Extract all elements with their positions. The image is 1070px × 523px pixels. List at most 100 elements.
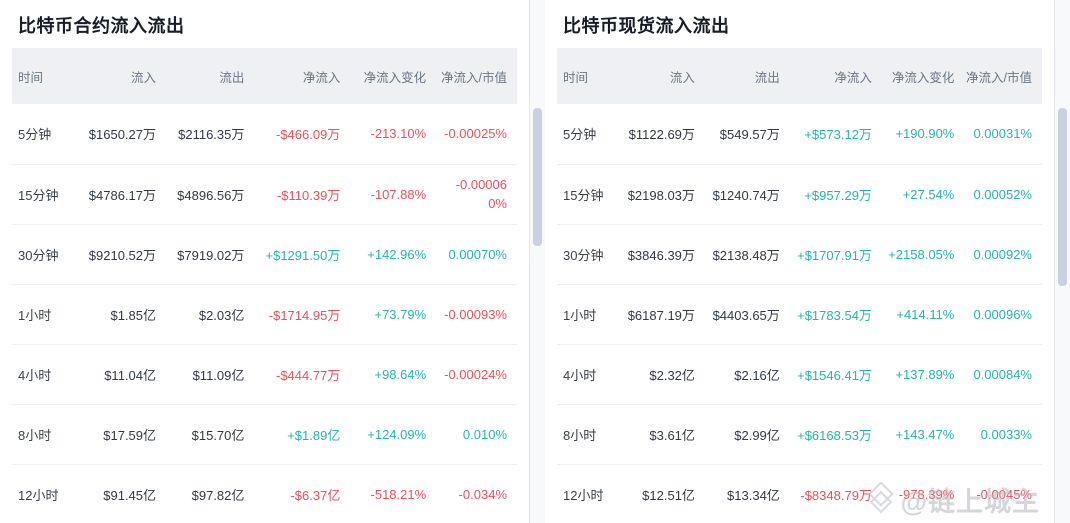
cell-value: $1650.27万: [88, 127, 157, 143]
cell-value: -0.00024%: [444, 366, 507, 382]
cell-net-inflow-ratio: 0.00096%: [964, 283, 1042, 344]
cell-outflow: $549.57万: [705, 104, 790, 164]
cell-value: $6187.19万: [627, 307, 695, 323]
cell-value: $2116.35万: [178, 127, 245, 143]
cell-net-inflow-change: +414.11%: [881, 283, 965, 344]
cell-time: 5分钟: [12, 104, 78, 164]
cell-net-inflow-ratio: 0.00092%: [964, 223, 1042, 284]
cell-value: 12小时: [563, 487, 604, 503]
cell-value: $97.82亿: [191, 487, 245, 503]
cell-value: 5分钟: [18, 127, 52, 143]
cell-value: +98.64%: [374, 366, 427, 382]
cell-net-inflow: -$8348.79万: [789, 463, 882, 523]
cell-value: 12小时: [18, 487, 59, 503]
cell-time: 1小时: [557, 283, 621, 344]
flow-table: 时间 流入 流出 净流入 净流入变化 净流入/市值 5分钟 $1122.69万 $549.57…: [557, 48, 1042, 523]
cell-value: 0.010%: [462, 426, 507, 442]
spot-flow-panel: 比特币现货流入流出 时间 流入 流出 净流入 净流入变化 净流入/市值 5分钟 $1122.…: [545, 0, 1070, 523]
cell-value: $11.09亿: [192, 367, 245, 383]
cell-value: $4896.56万: [177, 187, 245, 203]
header-row: 时间 流入 流出 净流入 净流入变化 净流入/市值: [12, 48, 517, 104]
table-header: 时间 流入 流出 净流入 净流入变化 净流入/市值: [557, 48, 1042, 104]
cell-value: $4403.65万: [712, 307, 780, 323]
cell-value: +$957.29万: [804, 187, 872, 203]
cell-inflow: $1.85亿: [77, 283, 167, 344]
cell-value: 0.00092%: [973, 246, 1032, 262]
cell-net-inflow-change: -978.39%: [881, 463, 965, 523]
cell-value: 8小时: [18, 427, 52, 443]
cell-value: -$444.77万: [276, 367, 341, 383]
cell-value: $12.51亿: [642, 487, 695, 503]
cell-outflow: $13.34亿: [704, 463, 790, 523]
cell-value: +2158.05%: [888, 246, 955, 262]
cell-value: 0.00031%: [973, 126, 1032, 142]
cell-net-inflow-ratio: 0.00084%: [964, 343, 1042, 404]
cell-net-inflow-change: +190.90%: [882, 104, 964, 164]
cell-net-inflow-change: +142.96%: [350, 223, 437, 284]
cell-net-inflow: -$110.39万: [254, 163, 351, 224]
cell-time: 15分钟: [557, 163, 621, 224]
table-row: 8小时 $3.61亿 $2.99亿 +$6168.53万 +143.47% 0.0033%: [557, 403, 1042, 464]
cell-inflow: $17.59亿: [77, 403, 167, 464]
table-row: 12小时 $91.45亿 $97.82亿 -$6.37亿 -518.21% -0.034%: [12, 463, 517, 523]
cell-value: +$1783.54万: [797, 307, 872, 323]
cell-net-inflow: +$1707.91万: [789, 223, 882, 284]
col-header-net-inflow-ratio: 净流入/市值: [964, 48, 1042, 104]
cell-value: -0.000060%: [455, 177, 507, 211]
cell-net-inflow-change: +124.09%: [350, 403, 437, 464]
cell-value: 0.00052%: [973, 186, 1032, 202]
scrollbar-track[interactable]: [1054, 0, 1070, 523]
cell-value: -0.00025%: [444, 126, 507, 142]
table-row: 30分钟 $9210.52万 $7919.02万 +$1291.50万 +142.96%…: [12, 223, 517, 284]
cell-value: -518.21%: [370, 486, 427, 502]
cell-time: 30分钟: [557, 223, 621, 284]
cell-net-inflow-change: +73.79%: [350, 283, 437, 344]
cell-inflow: $6187.19万: [620, 283, 705, 344]
cell-net-inflow: +$1291.50万: [254, 223, 351, 284]
panel-content: 比特币现货流入流出 时间 流入 流出 净流入 净流入变化 净流入/市值 5分钟 $1122.…: [545, 0, 1054, 523]
cell-net-inflow-change: +2158.05%: [881, 223, 965, 284]
cell-net-inflow: -$1714.95万: [254, 283, 351, 344]
table-row: 30分钟 $3846.39万 $2138.48万 +$1707.91万 +2158.05…: [557, 223, 1042, 284]
cell-value: +$573.12万: [804, 127, 872, 143]
cell-inflow: $1650.27万: [78, 104, 166, 164]
cell-value: +190.90%: [895, 126, 955, 142]
table-row: 8小时 $17.59亿 $15.70亿 +$1.89亿 +124.09% 0.010%: [12, 403, 517, 464]
col-header-outflow: 流出: [166, 48, 255, 104]
cell-value: $91.45亿: [103, 487, 157, 503]
cell-net-inflow-ratio: 0.0033%: [964, 403, 1042, 464]
cell-net-inflow-change: +27.54%: [881, 163, 965, 224]
cell-value: $7919.02万: [177, 247, 245, 263]
col-header-outflow: 流出: [704, 48, 790, 104]
cell-value: $17.59亿: [103, 427, 157, 443]
col-header-time: 时间: [12, 48, 78, 104]
table-row: 1小时 $6187.19万 $4403.65万 +$1783.54万 +414.11% 0…: [557, 283, 1042, 344]
cell-net-inflow-ratio: 0.010%: [436, 403, 517, 464]
scrollbar-track[interactable]: [529, 0, 545, 523]
cell-net-inflow-ratio: -0.00093%: [436, 283, 517, 344]
cell-outflow: $11.09亿: [166, 343, 255, 404]
cell-value: +73.79%: [374, 306, 427, 322]
cell-time: 5分钟: [557, 104, 620, 164]
col-header-inflow: 流入: [620, 48, 705, 104]
cell-value: 0.00084%: [973, 366, 1032, 382]
cell-value: -$8348.79万: [800, 487, 872, 503]
cell-value: $9210.52万: [88, 247, 157, 263]
panel-title: 比特币现货流入流出: [563, 16, 730, 36]
cell-value: $2.99亿: [734, 427, 780, 443]
cell-value: +142.96%: [367, 246, 427, 262]
cell-value: +137.89%: [895, 366, 955, 382]
cell-time: 1小时: [12, 283, 78, 344]
cell-net-inflow: +$1546.41万: [789, 343, 882, 404]
header-row: 时间 流入 流出 净流入 净流入变化 净流入/市值: [557, 48, 1042, 104]
cell-outflow: $1240.74万: [704, 163, 790, 224]
cell-value: 0.0033%: [980, 426, 1032, 442]
table-row: 15分钟 $4786.17万 $4896.56万 -$110.39万 -107.88% -…: [12, 163, 517, 224]
cell-outflow: $2138.48万: [704, 223, 790, 284]
scrollbar-thumb[interactable]: [533, 108, 542, 246]
scrollbar-thumb[interactable]: [1058, 108, 1067, 286]
table-row: 15分钟 $2198.03万 $1240.74万 +$957.29万 +27.54% 0.…: [557, 163, 1042, 224]
table-row: 4小时 $11.04亿 $11.09亿 -$444.77万 +98.64% -0.0002…: [12, 343, 517, 404]
cell-value: -$6.37亿: [290, 487, 341, 503]
cell-net-inflow: -$6.37亿: [254, 463, 351, 523]
